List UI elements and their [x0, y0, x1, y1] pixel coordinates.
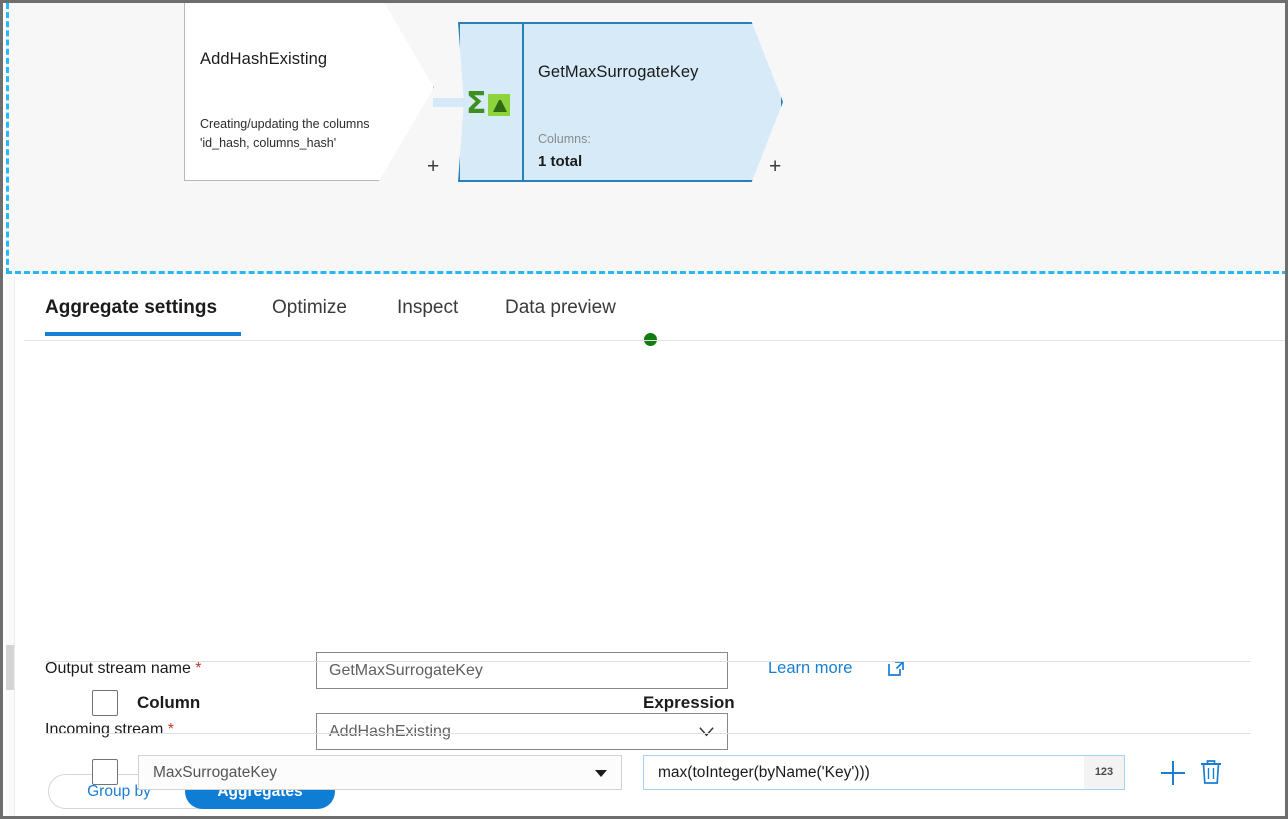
- tab-optimize[interactable]: Optimize: [272, 297, 347, 319]
- upstream-node-subtitle: Creating/updating the columns 'id_hash, …: [200, 115, 370, 153]
- svg-text:Σ: Σ: [466, 86, 487, 120]
- delete-row-icon[interactable]: [1198, 758, 1224, 786]
- row-column-select[interactable]: MaxSurrogateKey: [138, 755, 622, 790]
- tab-data-preview[interactable]: Data preview: [505, 297, 616, 319]
- table-header-divider: [46, 733, 1251, 734]
- table-top-divider: [46, 661, 1251, 662]
- dataflow-node-upstream[interactable]: AddHashExisting Creating/updating the co…: [184, 3, 434, 181]
- row-expression-value: max(toInteger(byName('Key'))): [658, 756, 870, 789]
- tab-aggregate-settings[interactable]: Aggregate settings: [45, 297, 217, 319]
- output-stream-name-label: Output stream name *: [45, 660, 202, 678]
- column-header-column: Column: [137, 693, 200, 713]
- selected-node-add-handle[interactable]: +: [769, 156, 781, 177]
- row-select-checkbox[interactable]: [92, 759, 118, 785]
- tabs-divider: [24, 340, 1288, 341]
- output-stream-required-marker: *: [195, 660, 201, 677]
- selected-node-columns-label: Columns:: [538, 132, 591, 146]
- row-expression-input[interactable]: max(toInteger(byName('Key'))) 123: [643, 755, 1125, 790]
- selected-node-columns-value: 1 total: [538, 153, 582, 170]
- active-tab-underline: [45, 332, 241, 336]
- upstream-node-subtitle-line2: 'id_hash, columns_hash': [200, 134, 370, 153]
- tab-inspect[interactable]: Inspect: [397, 297, 458, 319]
- aggregate-settings-screen: AddHashExisting Creating/updating the co…: [0, 0, 1288, 819]
- aggregate-sigma-icon: Σ: [466, 84, 516, 120]
- upstream-node-add-handle[interactable]: +: [427, 156, 439, 177]
- upstream-node-title: AddHashExisting: [200, 50, 327, 69]
- selected-node-divider: [522, 24, 524, 181]
- incoming-stream-value: AddHashExisting: [329, 723, 451, 740]
- dataflow-node-selected[interactable]: Σ GetMaxSurrogateKey Columns: 1 total: [458, 22, 783, 182]
- select-all-checkbox[interactable]: [92, 690, 118, 716]
- dataflow-canvas[interactable]: AddHashExisting Creating/updating the co…: [6, 3, 1288, 274]
- incoming-stream-label-text: Incoming stream: [45, 721, 163, 738]
- incoming-stream-label: Incoming stream *: [45, 721, 174, 739]
- incoming-stream-required-marker: *: [168, 721, 174, 738]
- chevron-down-icon[interactable]: [698, 723, 715, 740]
- expression-type-badge: 123: [1084, 756, 1124, 789]
- chevron-down-icon[interactable]: [595, 770, 607, 777]
- settings-panel: Aggregate settings Optimize Inspect Data…: [6, 277, 1288, 819]
- incoming-stream-select[interactable]: AddHashExisting: [316, 713, 728, 750]
- output-stream-name-input[interactable]: GetMaxSurrogateKey: [316, 652, 728, 689]
- selected-node-title: GetMaxSurrogateKey: [538, 63, 698, 82]
- column-header-expression: Expression: [643, 693, 735, 713]
- add-row-icon[interactable]: [1158, 758, 1188, 788]
- output-stream-name-label-text: Output stream name: [45, 660, 191, 677]
- panel-scrollbar-track[interactable]: [6, 277, 15, 819]
- settings-tabs: Aggregate settings Optimize Inspect Data…: [6, 297, 1288, 337]
- row-column-value: MaxSurrogateKey: [153, 764, 277, 781]
- panel-scrollbar-thumb[interactable]: [6, 645, 14, 690]
- upstream-node-subtitle-line1: Creating/updating the columns: [200, 115, 370, 134]
